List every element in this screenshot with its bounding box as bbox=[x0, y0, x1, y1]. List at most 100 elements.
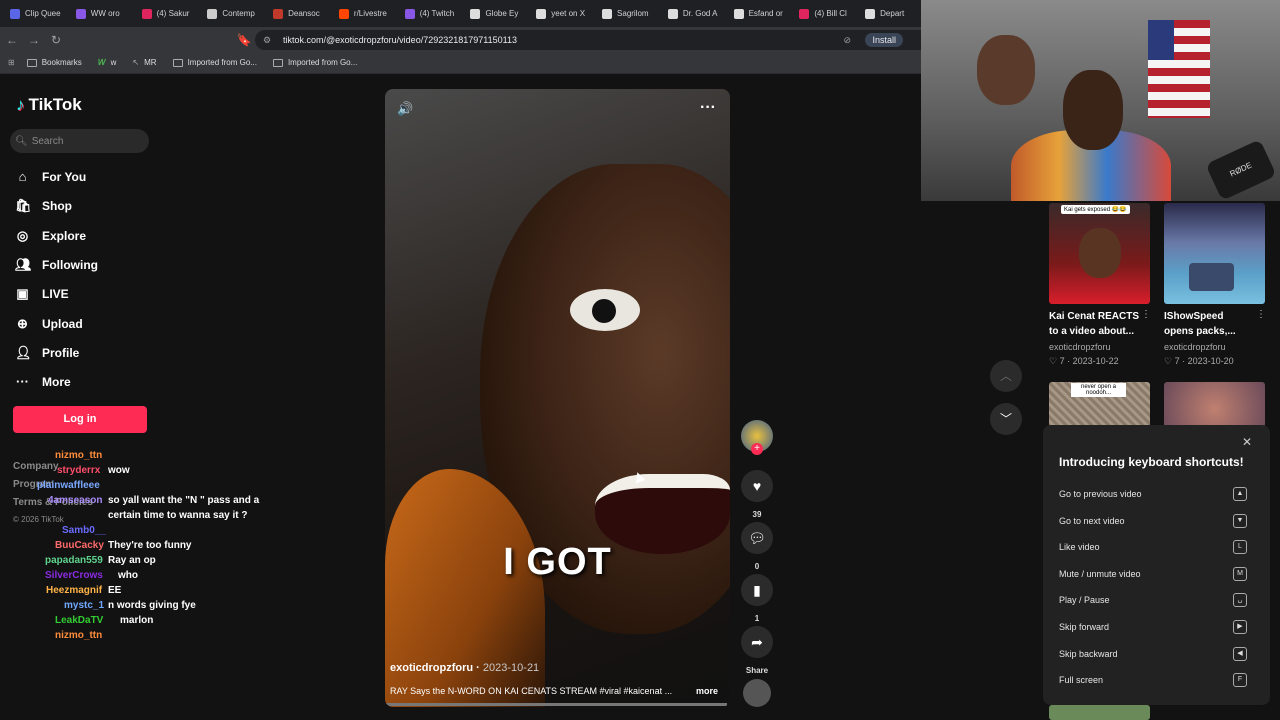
nav-item-shop[interactable]: 🛍︎ Shop bbox=[15, 198, 72, 214]
browser-tab[interactable]: r/Livestre bbox=[329, 0, 395, 27]
url-text: tiktok.com/@exoticdropzforu/video/729232… bbox=[283, 35, 517, 45]
browser-tab[interactable]: yeet on X bbox=[526, 0, 592, 27]
next-video-icon[interactable]: ﹀ bbox=[990, 403, 1022, 435]
tab-label: Depart bbox=[880, 9, 905, 18]
tab-label: Sagrilom bbox=[617, 9, 649, 18]
chat-username[interactable]: plainwaffleee bbox=[37, 480, 100, 491]
browser-tab[interactable]: (4) Twitch bbox=[395, 0, 461, 27]
bookmark-item[interactable]: 𝘞w bbox=[98, 58, 117, 67]
shortcut-key-icon: ◀ bbox=[1233, 646, 1247, 661]
nav-item-for-you[interactable]: ⌂ For You bbox=[15, 169, 87, 184]
browser-tab[interactable]: Dr. God A bbox=[658, 0, 724, 27]
apps-icon[interactable]: ⊞ bbox=[8, 58, 15, 67]
related-title[interactable]: IShowSpeed opens packs,... bbox=[1164, 309, 1265, 339]
browser-tab[interactable]: (4) Sakur bbox=[132, 0, 198, 27]
comment-icon[interactable]: 💬︎ bbox=[741, 522, 773, 554]
video-player[interactable]: 🔊 ··· I GOT exoticdropzforu · 2023-10-21… bbox=[385, 89, 730, 707]
bookmark-icon[interactable]: ▮ bbox=[741, 574, 773, 606]
bookmark-icon[interactable]: 🔖 bbox=[234, 33, 254, 47]
share-action[interactable]: ➦ Share bbox=[741, 626, 773, 675]
shortcut-key-icon: F bbox=[1233, 673, 1247, 688]
site-info-icon[interactable]: ⚙ bbox=[263, 35, 271, 46]
shortcut-row: Like video L bbox=[1059, 540, 1247, 555]
save-action[interactable]: ▮ 1 bbox=[741, 574, 773, 623]
thumb-face-art bbox=[1079, 228, 1121, 278]
close-icon[interactable]: ✕ bbox=[1242, 435, 1252, 449]
related-author[interactable]: exoticdropzforu bbox=[1164, 342, 1226, 352]
chat-username[interactable]: SilverCrows bbox=[45, 570, 103, 581]
chat-username[interactable]: LeakDaTV bbox=[55, 615, 103, 626]
video-author[interactable]: exoticdropzforu · 2023-10-21 bbox=[390, 662, 539, 674]
creator-avatar[interactable]: + bbox=[741, 420, 773, 455]
search-input[interactable]: 🔍︎ Search bbox=[10, 129, 149, 153]
related-thumb[interactable]: never open a noodoh... bbox=[1049, 382, 1150, 427]
tab-label: (4) Sakur bbox=[156, 9, 190, 18]
no-camera-icon[interactable]: ⊘ bbox=[843, 35, 851, 46]
back-icon[interactable]: ← bbox=[2, 33, 22, 47]
browser-tab[interactable]: (4) Bill Cl bbox=[789, 0, 855, 27]
video-progress-bar[interactable] bbox=[385, 703, 727, 706]
related-author[interactable]: exoticdropzforu bbox=[1049, 342, 1111, 352]
chat-username[interactable]: Samb0__ bbox=[62, 525, 106, 536]
nav-item-explore[interactable]: ◎ Explore bbox=[15, 228, 86, 244]
browser-tab[interactable]: Depart bbox=[855, 0, 921, 27]
nav-item-profile[interactable]: 👤︎ Profile bbox=[15, 345, 79, 361]
kebab-menu-icon[interactable]: ⋮ bbox=[1256, 309, 1266, 320]
related-title[interactable]: Kai Cenat REACTS to a video about... bbox=[1049, 309, 1150, 339]
address-bar[interactable]: ⚙ tiktok.com/@exoticdropzforu/video/7292… bbox=[255, 30, 921, 50]
popup-title: Introducing keyboard shortcuts! bbox=[1059, 455, 1244, 469]
chat-username[interactable]: stryderrx bbox=[57, 465, 100, 476]
volume-icon[interactable]: 🔊 bbox=[397, 101, 413, 117]
more-link[interactable]: more bbox=[696, 686, 718, 696]
related-thumb[interactable]: Kai gets exposed 😂😂 bbox=[1049, 203, 1150, 304]
nav-item-upload[interactable]: ⊕ Upload bbox=[15, 316, 83, 332]
tiktok-logo[interactable]: ♪ TikTok bbox=[16, 95, 82, 115]
browser-tab[interactable]: Sagrilom bbox=[592, 0, 658, 27]
chat-username[interactable]: nizmo_ttn bbox=[55, 630, 102, 641]
bookmark-item[interactable]: ↖ MR bbox=[132, 58, 156, 67]
tab-label: r/Livestre bbox=[353, 9, 387, 18]
chat-username[interactable]: 4amseason bbox=[48, 495, 102, 506]
reload-icon[interactable]: ↻ bbox=[46, 33, 66, 47]
bookmark-item[interactable]: Bookmarks bbox=[26, 58, 82, 67]
follow-plus-icon[interactable]: + bbox=[751, 443, 763, 455]
chat-username[interactable]: Heezmagnif bbox=[46, 585, 102, 596]
shortcut-label: Go to previous video bbox=[1059, 489, 1142, 499]
nav-item-following[interactable]: 👥︎ Following bbox=[15, 257, 98, 273]
related-thumb[interactable] bbox=[1164, 203, 1265, 304]
like-action[interactable]: ♥ 39 bbox=[741, 470, 773, 519]
chat-username[interactable]: mystc_1 bbox=[64, 600, 104, 611]
browser-tab[interactable]: Esfand or bbox=[724, 0, 790, 27]
shortcut-row: Go to previous video ▲ bbox=[1059, 487, 1247, 501]
chat-text: certain time to wanna say it ? bbox=[108, 510, 248, 521]
music-disc-icon[interactable] bbox=[743, 679, 771, 707]
browser-tab[interactable]: Contemp bbox=[197, 0, 263, 27]
bookmark-folder[interactable]: Imported from Go... bbox=[172, 58, 257, 67]
page-icon bbox=[207, 8, 218, 19]
forward-icon[interactable]: → bbox=[24, 33, 44, 47]
chat-username[interactable]: papadan559 bbox=[45, 555, 103, 566]
more-options-icon[interactable]: ··· bbox=[700, 99, 716, 117]
nav-label: Upload bbox=[42, 316, 83, 331]
share-icon[interactable]: ➦ bbox=[741, 626, 773, 658]
footer-link-company[interactable]: Company bbox=[13, 461, 59, 472]
install-button[interactable]: Install bbox=[865, 33, 903, 47]
heart-icon[interactable]: ♥ bbox=[741, 470, 773, 502]
browser-tab[interactable]: Clip Quee bbox=[0, 0, 66, 27]
login-button[interactable]: Log in bbox=[13, 406, 147, 433]
kebab-menu-icon[interactable]: ⋮ bbox=[1141, 309, 1151, 320]
x-icon bbox=[865, 8, 876, 19]
browser-tab[interactable]: Globe Ey bbox=[460, 0, 526, 27]
bookmark-folder[interactable]: Imported from Go... bbox=[272, 58, 357, 67]
browser-tab[interactable]: Deansoc bbox=[263, 0, 329, 27]
browser-tab[interactable]: WW oro bbox=[66, 0, 132, 27]
previous-video-icon[interactable]: ︿ bbox=[990, 360, 1022, 392]
nav-item-live[interactable]: ▣ LIVE bbox=[15, 286, 68, 302]
related-thumb[interactable] bbox=[1164, 382, 1265, 427]
comment-action[interactable]: 💬︎ 0 bbox=[741, 522, 773, 571]
related-thumb[interactable] bbox=[1049, 705, 1150, 720]
chat-username[interactable]: nizmo_ttn bbox=[55, 450, 102, 461]
nav-item-more[interactable]: ··· More bbox=[15, 374, 71, 389]
related-meta: ♡ 7 · 2023-10-22 bbox=[1049, 356, 1119, 366]
chat-username[interactable]: BuuCacky bbox=[55, 540, 104, 551]
